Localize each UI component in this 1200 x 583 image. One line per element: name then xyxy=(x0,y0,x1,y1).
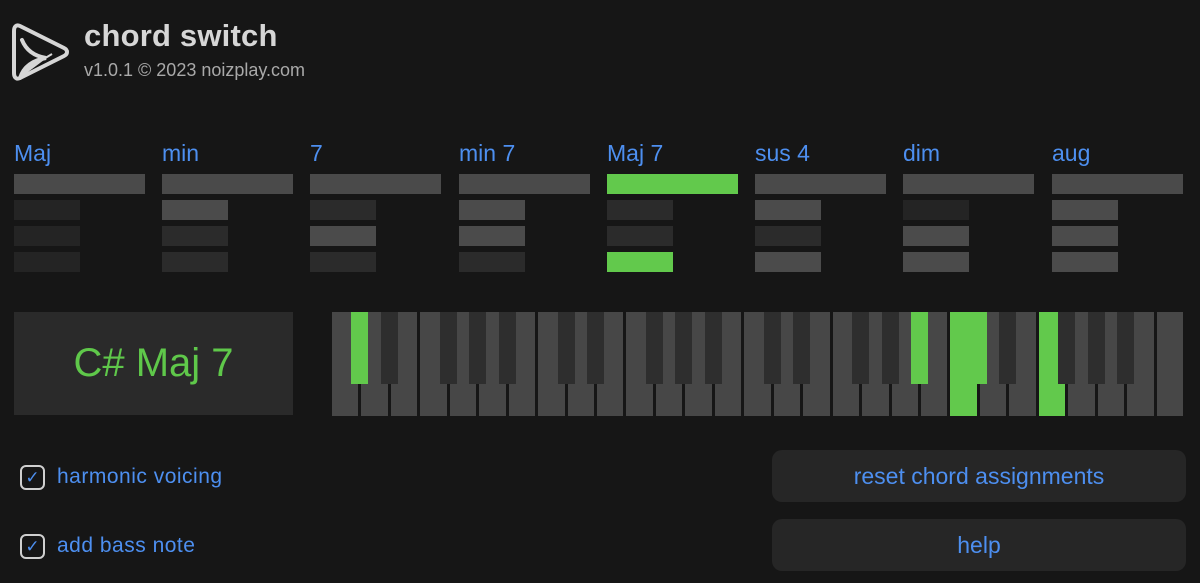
chord-type-label: min 7 xyxy=(459,140,516,166)
chord-step[interactable] xyxy=(459,200,525,220)
app-title: chord switch xyxy=(84,18,278,53)
chord-step[interactable] xyxy=(607,226,673,246)
noizplay-logo-icon xyxy=(12,23,69,81)
piano-keyboard[interactable] xyxy=(332,312,1186,416)
add-bass-note-option[interactable]: ✓ add bass note xyxy=(20,531,195,561)
piano-black-key-g-sharp[interactable] xyxy=(1087,312,1105,384)
harmonic-voicing-option[interactable]: ✓ harmonic voicing xyxy=(20,462,223,492)
chord-select-bar[interactable] xyxy=(459,174,590,194)
chord-type-label: Maj 7 xyxy=(607,140,664,166)
piano-black-key-a-sharp[interactable] xyxy=(704,312,722,384)
chord-step[interactable] xyxy=(162,200,228,220)
chord-step[interactable] xyxy=(755,200,821,220)
chord-type-label: Maj xyxy=(14,140,52,166)
chord-step[interactable] xyxy=(162,226,228,246)
chord-type-label: min xyxy=(162,140,200,166)
help-button[interactable]: help xyxy=(772,519,1186,571)
chord-type-label: dim xyxy=(903,140,941,166)
piano-white-key-c[interactable] xyxy=(1156,312,1183,416)
chord-select-bar[interactable] xyxy=(14,174,145,194)
piano-black-key-c-sharp[interactable] xyxy=(351,312,369,384)
chord-type-maj[interactable]: Maj xyxy=(14,140,146,276)
chord-step[interactable] xyxy=(162,252,228,272)
piano-black-key-c-sharp[interactable] xyxy=(763,312,781,384)
piano-black-key-a-sharp[interactable] xyxy=(1117,312,1135,384)
chord-step[interactable] xyxy=(1052,226,1118,246)
current-chord-name: C# Maj 7 xyxy=(73,341,234,385)
chord-type-label: sus 4 xyxy=(755,140,810,166)
add-bass-note-checkbox[interactable]: ✓ xyxy=(20,533,45,559)
chord-step[interactable] xyxy=(459,226,525,246)
chord-step[interactable] xyxy=(903,252,969,272)
piano-black-key-c-sharp[interactable] xyxy=(969,312,987,384)
chord-type-label: aug xyxy=(1052,140,1091,166)
chord-type-maj7[interactable]: Maj 7 xyxy=(607,140,739,276)
chord-step[interactable] xyxy=(1052,200,1118,220)
chord-type-dim[interactable]: dim xyxy=(903,140,1035,276)
chord-step[interactable] xyxy=(310,252,376,272)
piano-black-key-d-sharp[interactable] xyxy=(587,312,605,384)
chord-step[interactable] xyxy=(310,200,376,220)
chord-step[interactable] xyxy=(14,200,80,220)
chord-select-bar[interactable] xyxy=(903,174,1034,194)
piano-black-key-f-sharp[interactable] xyxy=(645,312,663,384)
piano-black-key-a-sharp[interactable] xyxy=(910,312,928,384)
piano-black-key-f-sharp[interactable] xyxy=(1058,312,1076,384)
chord-step[interactable] xyxy=(607,200,673,220)
checkmark-icon: ✓ xyxy=(25,467,40,487)
version-text: v1.0.1 © 2023 noizplay.com xyxy=(84,60,306,80)
chord-select-bar[interactable] xyxy=(310,174,441,194)
reset-chord-assignments-button[interactable]: reset chord assignments xyxy=(772,450,1186,502)
chord-step[interactable] xyxy=(459,252,525,272)
chord-type-7[interactable]: 7 xyxy=(310,140,442,276)
chord-step[interactable] xyxy=(903,226,969,246)
chord-select-bar[interactable] xyxy=(755,174,886,194)
piano-black-key-d-sharp[interactable] xyxy=(999,312,1017,384)
chord-type-min7[interactable]: min 7 xyxy=(459,140,591,276)
piano-black-key-a-sharp[interactable] xyxy=(498,312,516,384)
piano-black-key-d-sharp[interactable] xyxy=(380,312,398,384)
chord-select-bar-active[interactable] xyxy=(607,174,738,194)
chord-type-sus4[interactable]: sus 4 xyxy=(755,140,887,276)
chord-type-aug[interactable]: aug xyxy=(1052,140,1184,276)
piano-black-key-f-sharp[interactable] xyxy=(852,312,870,384)
piano-black-key-f-sharp[interactable] xyxy=(439,312,457,384)
piano-black-key-c-sharp[interactable] xyxy=(557,312,575,384)
chord-step[interactable] xyxy=(14,252,80,272)
harmonic-voicing-checkbox[interactable]: ✓ xyxy=(20,464,45,490)
chord-type-min[interactable]: min xyxy=(162,140,294,276)
chord-step[interactable] xyxy=(755,226,821,246)
harmonic-voicing-label: harmonic voicing xyxy=(57,465,223,488)
chord-step-active[interactable] xyxy=(607,252,673,272)
add-bass-note-label: add bass note xyxy=(57,534,196,557)
chord-select-bar[interactable] xyxy=(1052,174,1183,194)
current-chord-display: C# Maj 7 xyxy=(14,312,293,415)
piano-black-key-g-sharp[interactable] xyxy=(469,312,487,384)
chord-select-bar[interactable] xyxy=(162,174,293,194)
chord-step[interactable] xyxy=(1052,252,1118,272)
chord-switch-app: chord switch v1.0.1 © 2023 noizplay.com … xyxy=(0,0,1200,583)
chord-step[interactable] xyxy=(903,200,969,220)
piano-black-key-d-sharp[interactable] xyxy=(793,312,811,384)
chord-step[interactable] xyxy=(14,226,80,246)
piano-black-key-g-sharp[interactable] xyxy=(675,312,693,384)
checkmark-icon: ✓ xyxy=(25,536,40,556)
piano-black-key-g-sharp[interactable] xyxy=(881,312,899,384)
chord-step[interactable] xyxy=(310,226,376,246)
chord-step[interactable] xyxy=(755,252,821,272)
chord-type-label: 7 xyxy=(310,140,323,166)
